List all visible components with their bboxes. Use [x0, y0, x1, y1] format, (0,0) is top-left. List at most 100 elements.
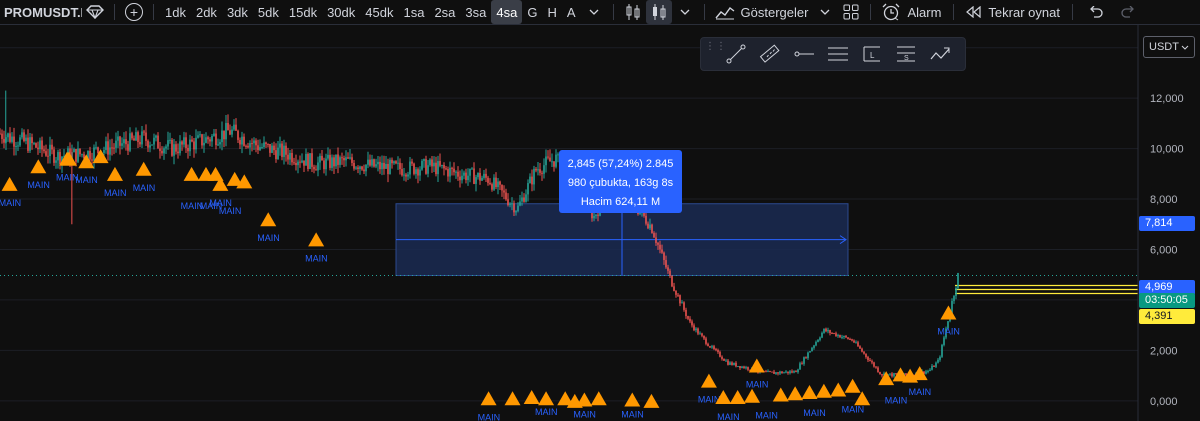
main-marker-icon: [260, 212, 277, 227]
candle-body: [823, 328, 825, 333]
alert-button[interactable]: Alarm: [877, 0, 947, 24]
long-position-icon[interactable]: L: [855, 40, 889, 68]
candle-body: [393, 161, 395, 164]
candle-body: [673, 286, 675, 291]
candle-body: [735, 362, 737, 367]
toolbar-divider: [703, 4, 705, 20]
price-chart[interactable]: MAINMAINMAINMAINMAINMAINMAINMAINMAINMAIN…: [0, 25, 1200, 421]
interval-30dk[interactable]: 30dk: [322, 0, 360, 24]
interval-H[interactable]: H: [542, 0, 561, 24]
interval-2sa[interactable]: 2sa: [429, 0, 460, 24]
candle-body: [229, 130, 231, 135]
interval-A[interactable]: A: [562, 0, 581, 24]
range-top-tag: 7,814: [1139, 216, 1195, 231]
candle-body: [479, 172, 481, 181]
candle-body: [781, 371, 783, 374]
candle-body: [667, 267, 669, 271]
interval-dropdown-chevron-icon[interactable]: [581, 0, 607, 24]
candle-body: [439, 161, 441, 166]
main-marker-label: MAIN: [803, 408, 826, 418]
y-tick-label: 2,000: [1150, 345, 1178, 357]
parallel-channel-icon[interactable]: [821, 40, 855, 68]
candle-body: [455, 171, 457, 173]
interval-4sa[interactable]: 4sa: [491, 0, 523, 24]
indicators-chevron-icon[interactable]: [812, 0, 838, 24]
interval-1sa[interactable]: 1sa: [398, 0, 429, 24]
candle-body: [661, 249, 663, 253]
candle-body: [251, 143, 253, 145]
candle-body: [555, 154, 557, 167]
candle-body: [271, 145, 273, 153]
interval-5dk[interactable]: 5dk: [253, 0, 284, 24]
candle-body: [369, 159, 371, 166]
interval-15dk[interactable]: 15dk: [284, 0, 322, 24]
drag-handle[interactable]: ⋮⋮: [705, 42, 726, 64]
layouts-grid-icon[interactable]: [838, 0, 864, 24]
bar-chart-type-icon[interactable]: [620, 0, 646, 24]
candle-body: [371, 159, 373, 166]
candle-body: [43, 149, 45, 152]
trend-line-icon[interactable]: [719, 40, 753, 68]
undo-icon[interactable]: [1083, 0, 1109, 24]
candle-body: [747, 367, 749, 370]
candle-body: [95, 147, 97, 149]
diamond-icon[interactable]: [82, 0, 108, 24]
candle-body: [375, 164, 377, 167]
candle-body: [693, 325, 695, 331]
interval-1dk[interactable]: 1dk: [160, 0, 191, 24]
measure-range[interactable]: [395, 202, 849, 276]
candle-body: [155, 135, 157, 138]
candle-body: [185, 137, 187, 148]
interval-45dk[interactable]: 45dk: [360, 0, 398, 24]
candle-body: [397, 162, 399, 164]
candle-body: [785, 371, 787, 373]
candle-body: [843, 336, 845, 338]
candle-body: [113, 147, 115, 149]
candle-body: [543, 165, 545, 174]
candle-body: [329, 154, 331, 168]
candle-body: [817, 339, 819, 342]
candle-body: [201, 134, 203, 146]
price-lines: [0, 274, 1138, 295]
candle-body: [23, 132, 25, 142]
chart-type-chevron-icon[interactable]: [672, 0, 698, 24]
drawing-toolbar: ⋮⋮ L S: [700, 37, 966, 71]
candle-body: [105, 141, 107, 151]
candle-body: [119, 136, 121, 146]
interval-G[interactable]: G: [522, 0, 542, 24]
redo-icon[interactable]: [1115, 0, 1141, 24]
candle-body: [597, 214, 599, 216]
candle-body: [707, 343, 709, 347]
candle-body: [223, 130, 225, 140]
candle-body: [249, 143, 251, 148]
candle-body: [241, 136, 243, 145]
currency-dropdown[interactable]: USDT: [1143, 36, 1195, 58]
candle-body: [365, 164, 367, 172]
interval-2dk[interactable]: 2dk: [191, 0, 222, 24]
candle-body: [511, 203, 513, 205]
interval-3sa[interactable]: 3sa: [460, 0, 491, 24]
interval-3dk[interactable]: 3dk: [222, 0, 253, 24]
compare-add-button[interactable]: +: [121, 0, 147, 24]
candle-body: [873, 362, 875, 367]
candle-body: [685, 309, 687, 317]
forecast-path-icon[interactable]: [923, 40, 957, 68]
candle-body: [675, 290, 677, 295]
candle-body: [451, 167, 453, 169]
indicators-button[interactable]: Göstergeler: [711, 0, 813, 24]
toolbar-divider: [612, 4, 614, 20]
candle-body: [829, 330, 831, 333]
short-position-icon[interactable]: S: [889, 40, 923, 68]
candle-body: [51, 144, 53, 150]
candle-body: [161, 150, 163, 154]
candle-body: [665, 260, 667, 268]
symbol-search[interactable]: PROMUSDT.P: [0, 0, 82, 24]
ruler-icon[interactable]: [753, 40, 787, 68]
candle-body: [413, 163, 415, 174]
candle-chart-type-icon[interactable]: [645, 0, 672, 24]
candle-body: [699, 333, 701, 335]
replay-button[interactable]: Tekrar oynat: [960, 0, 1066, 24]
candle-body: [15, 146, 17, 148]
candle-body: [739, 366, 741, 368]
horizontal-ray-icon[interactable]: [787, 40, 821, 68]
